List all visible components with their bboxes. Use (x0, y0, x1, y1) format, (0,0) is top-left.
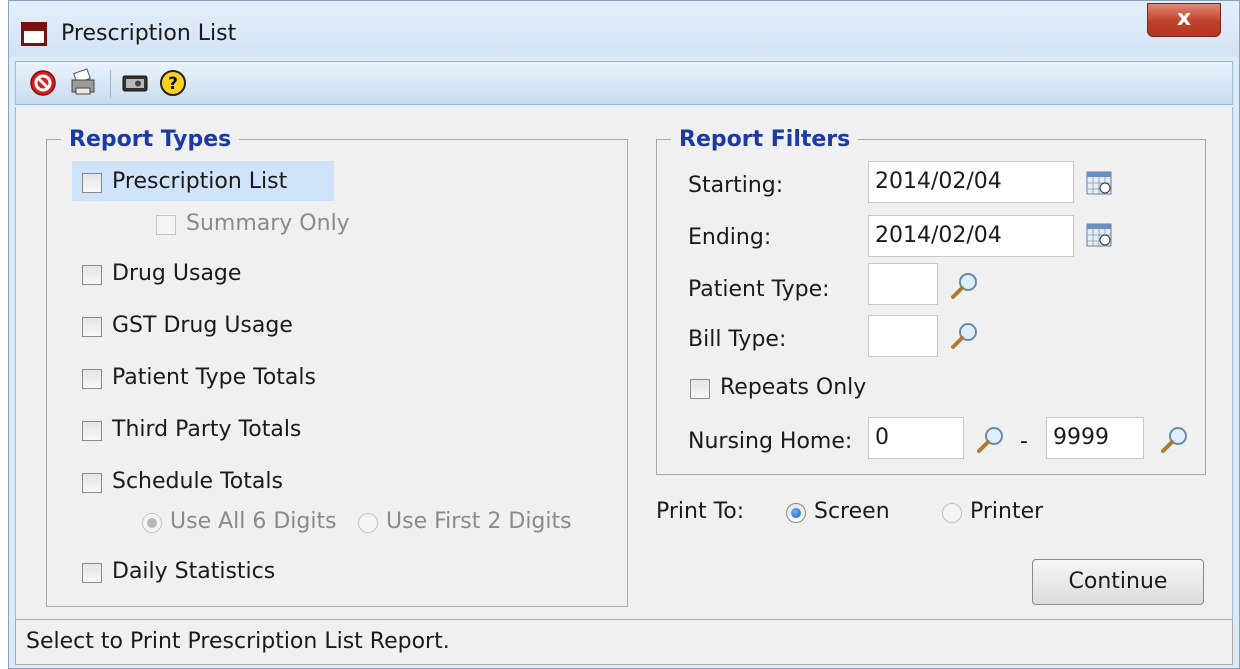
summary-only-label: Summary Only (186, 211, 350, 236)
report-filters-legend: Report Filters (679, 127, 851, 152)
calendar-icon[interactable] (1086, 223, 1114, 249)
toolbar-separator (110, 70, 111, 98)
title-bar: Prescription List x (9, 1, 1239, 57)
continue-button[interactable]: Continue (1032, 559, 1204, 605)
search-icon[interactable] (950, 321, 980, 351)
report-types-legend: Report Types (69, 127, 232, 152)
use-first-2-digits-label: Use First 2 Digits (386, 509, 572, 534)
search-icon[interactable] (976, 425, 1006, 455)
search-icon[interactable] (950, 271, 980, 301)
print-to-printer-radio[interactable] (942, 503, 962, 523)
use-all-6-digits-label: Use All 6 Digits (170, 509, 337, 534)
gst-drug-usage-label: GST Drug Usage (112, 313, 293, 338)
print-to-screen-radio[interactable] (786, 503, 806, 523)
drug-usage-checkbox[interactable] (82, 265, 102, 285)
prescription-list-checkbox[interactable] (82, 173, 102, 193)
nursing-home-to-field[interactable]: 9999 (1046, 417, 1144, 459)
print-to-screen-label: Screen (814, 499, 890, 524)
help-icon[interactable]: ? (158, 68, 188, 98)
daily-statistics-checkbox[interactable] (82, 563, 102, 583)
toolbar: ? (15, 61, 1233, 105)
starting-date-field[interactable]: 2014/02/04 (868, 161, 1074, 203)
patient-type-label: Patient Type: (688, 277, 830, 302)
third-party-totals-checkbox[interactable] (82, 421, 102, 441)
print-icon[interactable] (68, 68, 98, 98)
print-to-label: Print To: (656, 499, 745, 524)
summary-only-checkbox[interactable] (156, 215, 176, 235)
status-bar: Select to Print Prescription List Report… (15, 619, 1233, 665)
calendar-icon[interactable] (1086, 171, 1114, 197)
repeats-only-label: Repeats Only (720, 375, 867, 400)
window-title: Prescription List (61, 21, 237, 46)
ending-date-field[interactable]: 2014/02/04 (868, 215, 1074, 257)
schedule-totals-label: Schedule Totals (112, 469, 283, 494)
third-party-totals-label: Third Party Totals (112, 417, 302, 442)
dialog-content: Report Types Prescription List Summary O… (15, 107, 1233, 619)
window-icon (21, 22, 47, 46)
print-to-printer-label: Printer (970, 499, 1044, 524)
drug-usage-label: Drug Usage (112, 261, 242, 286)
search-icon[interactable] (1160, 425, 1190, 455)
nursing-home-from-field[interactable]: 0 (868, 417, 964, 459)
ending-label: Ending: (688, 225, 772, 250)
bill-type-label: Bill Type: (688, 327, 787, 352)
starting-label: Starting: (688, 173, 784, 198)
patient-type-totals-label: Patient Type Totals (112, 365, 316, 390)
daily-statistics-label: Daily Statistics (112, 559, 276, 584)
repeats-only-checkbox[interactable] (690, 379, 710, 399)
preview-icon[interactable] (120, 68, 150, 98)
patient-type-field[interactable] (868, 263, 938, 305)
prescription-list-window: Prescription List x ? Report Types Presc… (8, 0, 1240, 669)
svg-text:?: ? (168, 74, 178, 94)
prescription-list-label: Prescription List (112, 169, 288, 194)
use-first-2-digits-radio[interactable] (358, 513, 378, 533)
use-all-6-digits-radio[interactable] (142, 513, 162, 533)
schedule-totals-checkbox[interactable] (82, 473, 102, 493)
range-separator: - (1020, 429, 1028, 454)
cancel-icon[interactable] (28, 68, 58, 98)
bill-type-field[interactable] (868, 315, 938, 357)
gst-drug-usage-checkbox[interactable] (82, 317, 102, 337)
nursing-home-label: Nursing Home: (688, 429, 853, 454)
close-button[interactable]: x (1147, 3, 1221, 37)
patient-type-totals-checkbox[interactable] (82, 369, 102, 389)
